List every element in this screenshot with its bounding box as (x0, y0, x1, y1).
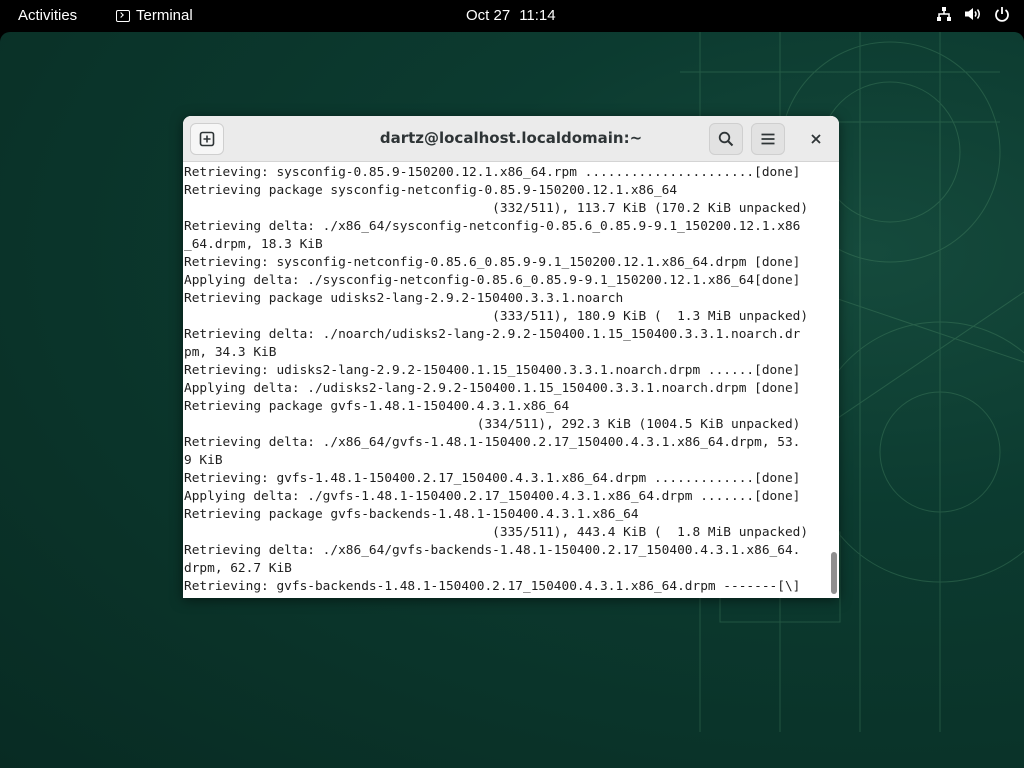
terminal-line: Retrieving package udisks2-lang-2.9.2-15… (184, 291, 624, 306)
clock[interactable]: Oct 27 11:14 (466, 7, 556, 24)
terminal-line: Retrieving: udisks2-lang-2.9.2-150400.1.… (184, 363, 801, 378)
terminal-icon (116, 9, 130, 22)
window-headerbar[interactable]: dartz@localhost.localdomain:~ (183, 116, 839, 162)
terminal-line: Retrieving package sysconfig-netconfig-0… (184, 183, 678, 198)
terminal-line: (332/511), 113.7 KiB (170.2 KiB unpacked… (184, 201, 809, 216)
terminal-line: pm, 34.3 KiB (184, 345, 277, 360)
terminal-line: Retrieving package gvfs-1.48.1-150400.4.… (184, 399, 570, 414)
terminal-line: 9 KiB (184, 453, 223, 468)
top-bar: Activities Terminal Oct 27 11:14 (0, 0, 1024, 32)
terminal-line: Applying delta: ./gvfs-1.48.1-150400.2.1… (184, 489, 801, 504)
terminal-line: drpm, 62.7 KiB (184, 561, 292, 576)
volume-icon (965, 8, 980, 20)
terminal-output-area[interactable]: Retrieving: sysconfig-0.85.9-150200.12.1… (183, 162, 839, 598)
terminal-line: Retrieving: gvfs-1.48.1-150400.2.17_1504… (184, 471, 801, 486)
system-tray[interactable] (936, 6, 1010, 22)
network-icon (937, 7, 951, 21)
terminal-line: Applying delta: ./sysconfig-netconfig-0.… (184, 273, 801, 288)
main-menu-button[interactable] (751, 123, 785, 155)
hamburger-menu-icon (761, 133, 775, 145)
terminal-window[interactable]: dartz@localhost.localdomain:~ Retrieving… (183, 116, 839, 598)
terminal-line: Retrieving delta: ./x86_64/gvfs-1.48.1-1… (184, 435, 801, 450)
terminal-line: (335/511), 443.4 KiB ( 1.8 MiB unpacked) (184, 525, 809, 540)
search-icon (718, 131, 734, 147)
terminal-line: Retrieving delta: ./noarch/udisks2-lang-… (184, 327, 801, 342)
terminal-line: _64.drpm, 18.3 KiB (184, 237, 323, 252)
terminal-line: Retrieving: sysconfig-netconfig-0.85.6_0… (184, 255, 801, 270)
activities-button[interactable]: Activities (18, 7, 77, 24)
terminal-line: Retrieving: sysconfig-0.85.9-150200.12.1… (184, 165, 801, 180)
close-icon (811, 134, 821, 144)
terminal-line: (333/511), 180.9 KiB ( 1.3 MiB unpacked) (184, 309, 809, 324)
clock-time: 11:14 (519, 7, 556, 24)
app-menu[interactable]: Terminal (116, 7, 193, 24)
power-icon (995, 7, 1009, 22)
terminal-output: Retrieving: sysconfig-0.85.9-150200.12.1… (184, 164, 808, 596)
terminal-line: Retrieving delta: ./x86_64/sysconfig-net… (184, 219, 801, 234)
terminal-line: (334/511), 292.3 KiB (1004.5 KiB unpacke… (184, 417, 801, 432)
terminal-line: Retrieving delta: ./x86_64/gvfs-backends… (184, 543, 801, 558)
search-button[interactable] (709, 123, 743, 155)
terminal-scrollbar[interactable] (831, 552, 837, 594)
terminal-line: Applying delta: ./udisks2-lang-2.9.2-150… (184, 381, 801, 396)
clock-date: Oct 27 (466, 7, 511, 24)
terminal-line: Retrieving package gvfs-backends-1.48.1-… (184, 507, 639, 522)
close-button[interactable] (799, 123, 833, 155)
terminal-line: Retrieving: gvfs-backends-1.48.1-150400.… (184, 579, 801, 594)
app-menu-label: Terminal (136, 7, 193, 24)
